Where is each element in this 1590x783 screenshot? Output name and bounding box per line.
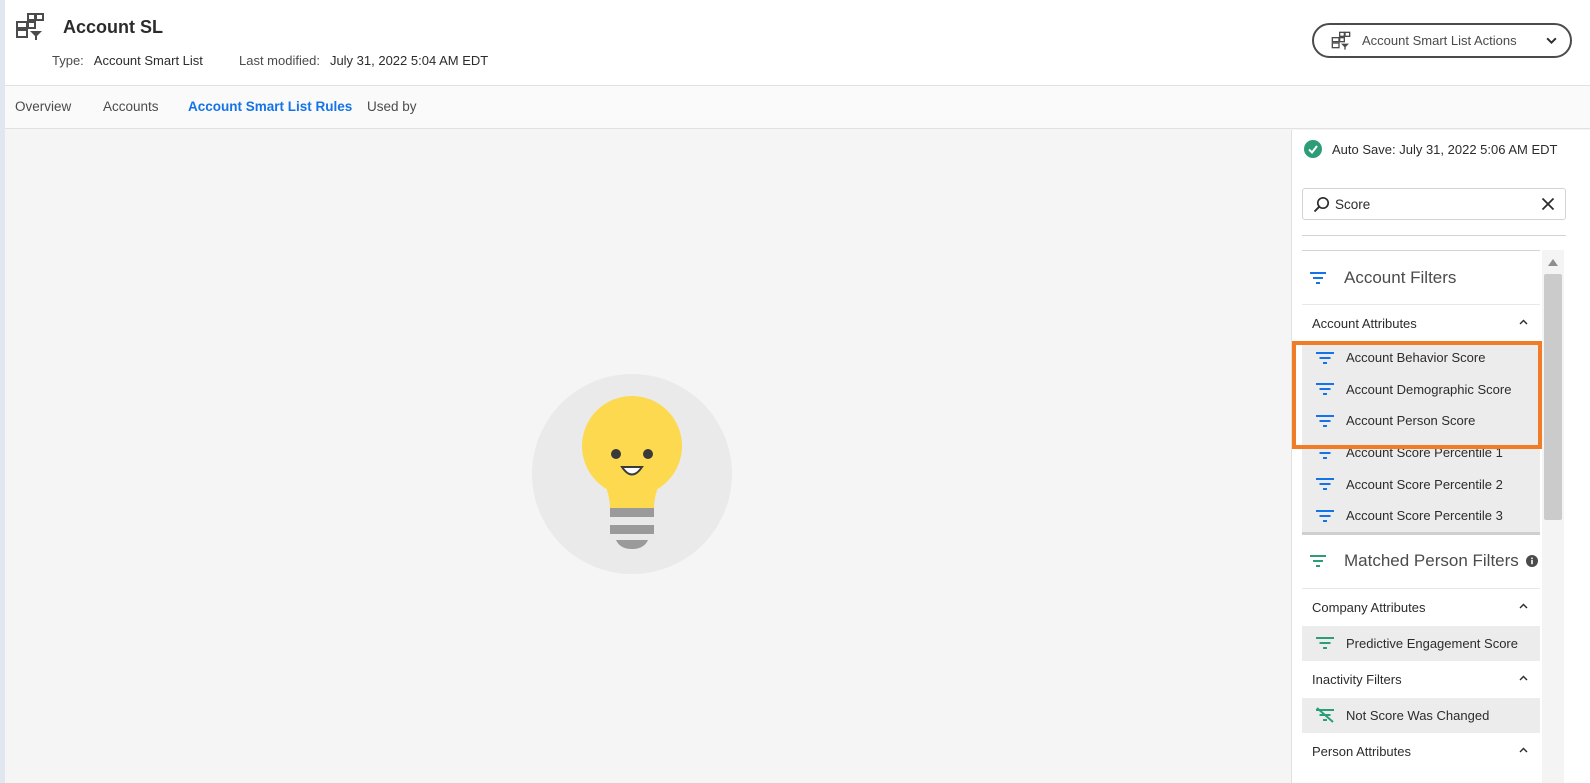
type-meta: Type: Account Smart List [52, 53, 203, 68]
filter-icon [1316, 351, 1334, 364]
filter-icon [1316, 478, 1334, 491]
chevron-up-icon [1519, 747, 1528, 753]
filter-item-label: Account Behavior Score [1346, 350, 1486, 366]
filter-item-label: Account Score Percentile 1 [1346, 445, 1503, 461]
modified-value: July 31, 2022 5:04 AM EDT [329, 53, 489, 68]
search-icon [1313, 196, 1330, 213]
type-value: Account Smart List [93, 53, 203, 68]
smart-list-icon [1331, 31, 1351, 50]
section-inactivity-filters[interactable]: Inactivity Filters [1302, 661, 1540, 698]
tab-overview[interactable]: Overview [15, 99, 71, 114]
filter-icon [1316, 414, 1334, 427]
filter-item[interactable]: Account Score Percentile 2 [1302, 468, 1540, 500]
page-title: Account SL [63, 17, 164, 37]
section-label: Account Attributes [1312, 316, 1417, 331]
scroll-up-icon[interactable] [1548, 258, 1558, 266]
filter-search [1302, 188, 1566, 220]
filter-item[interactable]: Account Score Percentile 1 [1302, 436, 1540, 469]
smart-list-icon [16, 13, 44, 40]
section-company-attributes[interactable]: Company Attributes [1302, 589, 1540, 626]
filter-item-label: Account Score Percentile 3 [1346, 508, 1503, 524]
group-account-filters[interactable]: Account Filters [1302, 251, 1540, 305]
section-label: Inactivity Filters [1312, 671, 1402, 687]
group-title-text: Matched Person Filters [1344, 551, 1519, 571]
autosave-text: Auto Save: July 31, 2022 5:06 AM EDT [1332, 141, 1558, 157]
group-title-text: Account Filters [1344, 267, 1457, 287]
filter-item-label: Account Person Score [1346, 413, 1476, 429]
tab-account-smart-list-rules[interactable]: Account Smart List Rules [188, 99, 352, 114]
page-header: Account SL Type: Account Smart List Last … [5, 0, 1590, 86]
tab-used-by[interactable]: Used by [367, 99, 417, 114]
close-icon[interactable] [1541, 197, 1555, 211]
info-icon[interactable] [1526, 554, 1538, 567]
filter-icon [1316, 637, 1334, 650]
autosave-status: Auto Save: July 31, 2022 5:06 AM EDT [1304, 140, 1557, 158]
section-person-attributes[interactable]: Person Attributes [1302, 733, 1540, 770]
chevron-up-icon [1519, 319, 1528, 325]
section-label: Company Attributes [1312, 599, 1426, 615]
filter-item-label: Account Demographic Score [1346, 381, 1512, 397]
filter-off-icon [1316, 707, 1334, 723]
filter-item[interactable]: Account Person Score [1302, 405, 1540, 437]
section-label: Person Attributes [1312, 743, 1411, 759]
chevron-up-icon [1519, 675, 1528, 681]
filter-item-label: Not Score Was Changed [1346, 707, 1490, 723]
filters-sidebar: Auto Save: July 31, 2022 5:06 AM EDT Acc… [1291, 130, 1590, 783]
filter-item[interactable]: Account Demographic Score [1302, 373, 1540, 406]
filter-list[interactable]: Account Filters Account Attributes Accou… [1302, 250, 1540, 783]
filter-item[interactable]: Not Score Was Changed [1302, 697, 1540, 733]
chevron-up-icon [1519, 603, 1528, 609]
smart-list-actions-button[interactable]: Account Smart List Actions [1312, 23, 1572, 58]
search-input[interactable] [1335, 194, 1530, 214]
modified-meta: Last modified: July 31, 2022 5:04 AM EDT [239, 53, 488, 68]
filter-item[interactable]: Predictive Engagement Score [1302, 625, 1540, 661]
divider [1302, 235, 1566, 236]
filter-item[interactable]: Account Behavior Score [1302, 342, 1540, 374]
chevron-down-icon [1546, 37, 1557, 45]
filter-list-scrollbar[interactable] [1542, 250, 1564, 783]
modified-label: Last modified: [239, 53, 320, 68]
group-matched-person-filters[interactable]: Matched Person Filters [1302, 535, 1540, 589]
filter-icon [1316, 383, 1334, 396]
scrollbar-thumb[interactable] [1544, 274, 1562, 520]
lightbulb-illustration [532, 374, 732, 574]
filter-icon [1316, 509, 1334, 522]
check-circle-icon [1304, 140, 1322, 158]
filter-item-label: Account Score Percentile 2 [1346, 476, 1503, 492]
tab-accounts[interactable]: Accounts [103, 99, 159, 114]
filter-item-label: Predictive Engagement Score [1346, 635, 1518, 651]
filter-icon [1310, 271, 1326, 284]
type-label: Type: [52, 53, 84, 68]
section-account-attributes[interactable]: Account Attributes [1302, 305, 1540, 342]
rules-canvas[interactable] [5, 130, 1291, 783]
filter-icon [1310, 555, 1326, 568]
filter-item[interactable]: Account Score Percentile 3 [1302, 499, 1540, 532]
tab-bar: Overview Accounts Account Smart List Rul… [5, 86, 1590, 129]
filter-icon [1316, 446, 1334, 459]
lightbulb-icon [582, 396, 682, 549]
actions-label: Account Smart List Actions [1362, 33, 1517, 48]
